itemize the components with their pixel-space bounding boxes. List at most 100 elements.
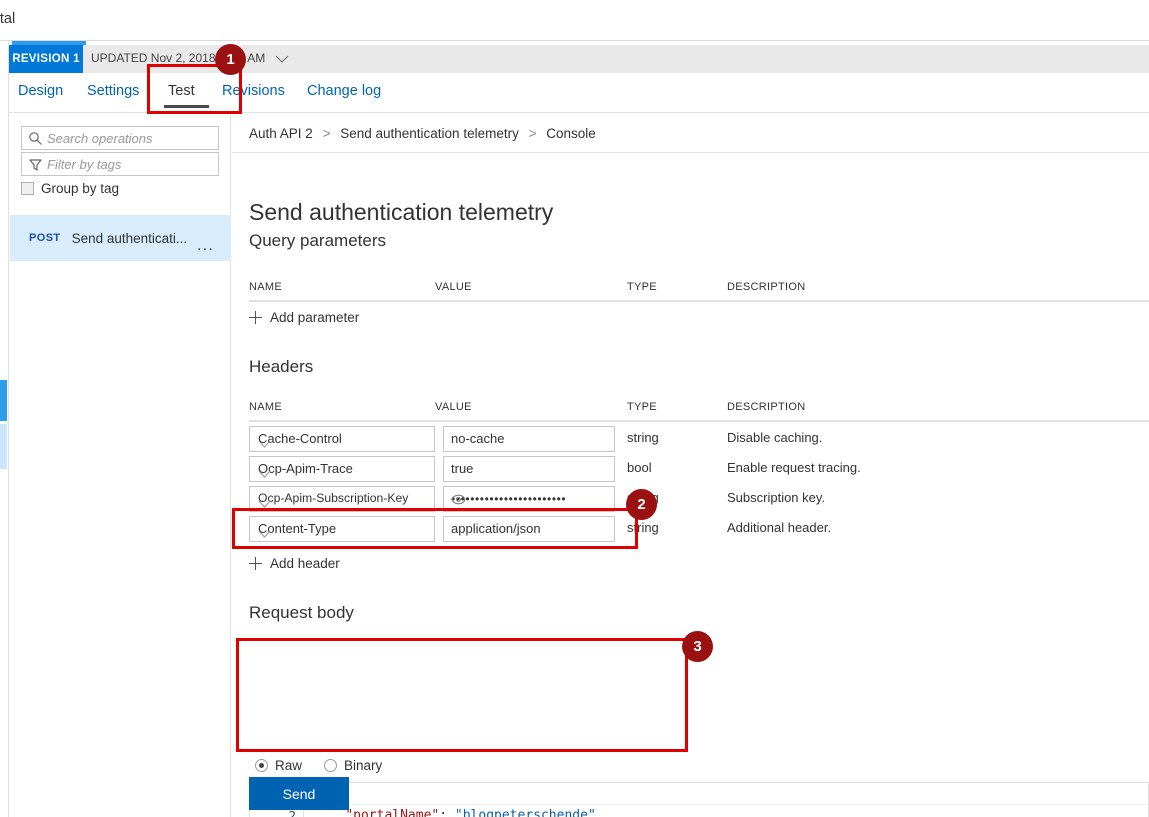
group-by-tag-row[interactable]: Group by tag <box>21 181 119 196</box>
header-row-content-type: Content-Type application/json string Add… <box>249 516 1149 546</box>
radio-binary-label: Binary <box>344 758 382 773</box>
show-password-eye-icon[interactable] <box>451 492 466 507</box>
chevron-down-icon <box>258 466 271 474</box>
breadcrumb-separator: > <box>323 126 331 141</box>
col-type: TYPE <box>627 401 657 413</box>
header-description-label: Disable caching. <box>727 430 822 445</box>
header-value-input[interactable]: no-cache <box>443 426 615 452</box>
top-breadcrumb-bar: er portal <box>0 0 1149 41</box>
header-value-input[interactable]: true <box>443 456 615 482</box>
annotation-marker-2: 2 <box>626 489 657 520</box>
operation-list-item[interactable]: POST Send authenticati... ... <box>10 215 231 261</box>
header-value-text: no-cache <box>451 431 504 446</box>
add-header-button[interactable]: Add header <box>249 556 340 571</box>
plus-icon <box>249 311 262 324</box>
breadcrumb: Auth API 2 > Send authentication telemet… <box>249 126 596 141</box>
search-operations-placeholder: Search operations <box>47 131 153 146</box>
tab-active-underline <box>164 105 209 108</box>
header-description-label: Subscription key. <box>727 490 825 505</box>
breadcrumb-item-operation[interactable]: Send authentication telemetry <box>340 126 519 141</box>
header-type-label: bool <box>627 460 652 475</box>
add-parameter-button[interactable]: Add parameter <box>249 310 359 325</box>
header-row-cache-control: Cache-Control no-cache string Disable ca… <box>249 426 1149 456</box>
chevron-down-icon[interactable] <box>275 52 289 66</box>
funnel-icon <box>28 157 43 172</box>
header-name-select[interactable]: Ocp-Apim-Trace <box>249 456 435 482</box>
operation-context-menu-icon[interactable]: ... <box>197 236 214 253</box>
col-type: TYPE <box>627 281 657 293</box>
console-main-panel: Auth API 2 > Send authentication telemet… <box>232 114 1149 817</box>
col-value: VALUE <box>435 281 472 293</box>
tab-test[interactable]: Test <box>168 83 195 99</box>
query-parameters-heading: Query parameters <box>249 231 386 251</box>
breadcrumb-divider <box>232 152 1149 153</box>
col-description: DESCRIPTION <box>727 401 805 413</box>
revision-badge: REVISION 1 <box>9 45 83 73</box>
body-mode-radio-group: Raw Binary <box>255 758 382 773</box>
header-name-select[interactable]: Content-Type <box>249 516 435 542</box>
tab-bar: Design Settings Test Revisions Change lo… <box>9 73 1149 113</box>
breadcrumb-item-console: Console <box>546 126 596 141</box>
header-value-text: application/json <box>451 521 541 536</box>
header-row-ocp-apim-trace: Ocp-Apim-Trace true bool Enable request … <box>249 456 1149 486</box>
rail-indicator-active[interactable] <box>0 380 7 421</box>
radio-raw-label: Raw <box>275 758 302 773</box>
header-name-value: Ocp-Apim-Trace <box>258 461 353 476</box>
header-type-label: string <box>627 430 659 445</box>
query-parameters-header-rule <box>249 300 1149 302</box>
col-description: DESCRIPTION <box>727 281 805 293</box>
col-name: NAME <box>249 281 282 293</box>
header-name-value: Ocp-Apim-Subscription-Key <box>258 491 408 505</box>
header-row-subscription-key: Ocp-Apim-Subscription-Key ••••••••••••••… <box>249 486 1149 516</box>
send-button[interactable]: Send <box>249 777 349 810</box>
header-name-select[interactable]: Cache-Control <box>249 426 435 452</box>
header-description-label: Enable request tracing. <box>727 460 861 475</box>
breadcrumb-item-api[interactable]: Auth API 2 <box>249 126 313 141</box>
breadcrumb-separator: > <box>529 126 537 141</box>
left-rail <box>0 41 9 817</box>
revision-bar: REVISION 1 UPDATED Nov 2, 2018, 11:1 AM <box>9 45 1149 73</box>
filter-by-tags-input[interactable]: Filter by tags <box>21 152 219 176</box>
add-parameter-label: Add parameter <box>270 310 359 325</box>
header-value-text: true <box>451 461 473 476</box>
col-name: NAME <box>249 401 282 413</box>
operation-name-label: Send authenticati... <box>72 231 188 246</box>
tab-design[interactable]: Design <box>18 83 63 99</box>
request-body-heading: Request body <box>249 603 354 623</box>
search-operations-input[interactable]: Search operations <box>21 126 219 150</box>
api-management-test-console: er portal REVISION 1 UPDATED Nov 2, 2018… <box>0 0 1149 817</box>
tab-revisions[interactable]: Revisions <box>222 83 285 99</box>
filter-by-tags-placeholder: Filter by tags <box>47 157 121 172</box>
annotation-marker-1: 1 <box>215 44 246 75</box>
editor-line <box>250 783 1149 805</box>
operation-method-badge: POST <box>29 232 61 244</box>
header-description-label: Additional header. <box>727 520 831 535</box>
chevron-down-icon <box>258 526 271 534</box>
tab-settings[interactable]: Settings <box>87 83 139 99</box>
header-value-input[interactable]: •••••••••••••••••••••••• <box>443 486 615 512</box>
radio-raw[interactable] <box>255 759 268 772</box>
headers-header-rule <box>249 420 1149 422</box>
chevron-down-icon <box>258 496 271 504</box>
rail-indicator-inactive[interactable] <box>0 424 7 469</box>
group-by-tag-label: Group by tag <box>41 181 119 196</box>
radio-binary[interactable] <box>324 759 337 772</box>
header-name-select[interactable]: Ocp-Apim-Subscription-Key <box>249 486 435 512</box>
header-type-label: string <box>627 520 659 535</box>
add-header-label: Add header <box>270 556 340 571</box>
chevron-down-icon <box>258 436 271 444</box>
header-value-input[interactable]: application/json <box>443 516 615 542</box>
search-icon <box>28 131 43 146</box>
tab-change-log[interactable]: Change log <box>307 83 381 99</box>
plus-icon <box>249 557 262 570</box>
operations-pane: Search operations Filter by tags Group b… <box>10 114 231 817</box>
header-value-masked-text: •••••••••••••••••••••••• <box>451 492 566 506</box>
editor-code-line: "portalName": "blogpeterschende", <box>314 808 604 817</box>
headers-heading: Headers <box>249 357 313 377</box>
request-body-editor[interactable]: 1 2 3 4 { "portalName": "blogpeterschend… <box>249 782 1149 817</box>
col-value: VALUE <box>435 401 472 413</box>
portal-title: er portal <box>0 11 15 27</box>
annotation-marker-3: 3 <box>682 631 713 662</box>
page-title: Send authentication telemetry <box>249 199 553 226</box>
group-by-tag-checkbox[interactable] <box>21 182 34 195</box>
